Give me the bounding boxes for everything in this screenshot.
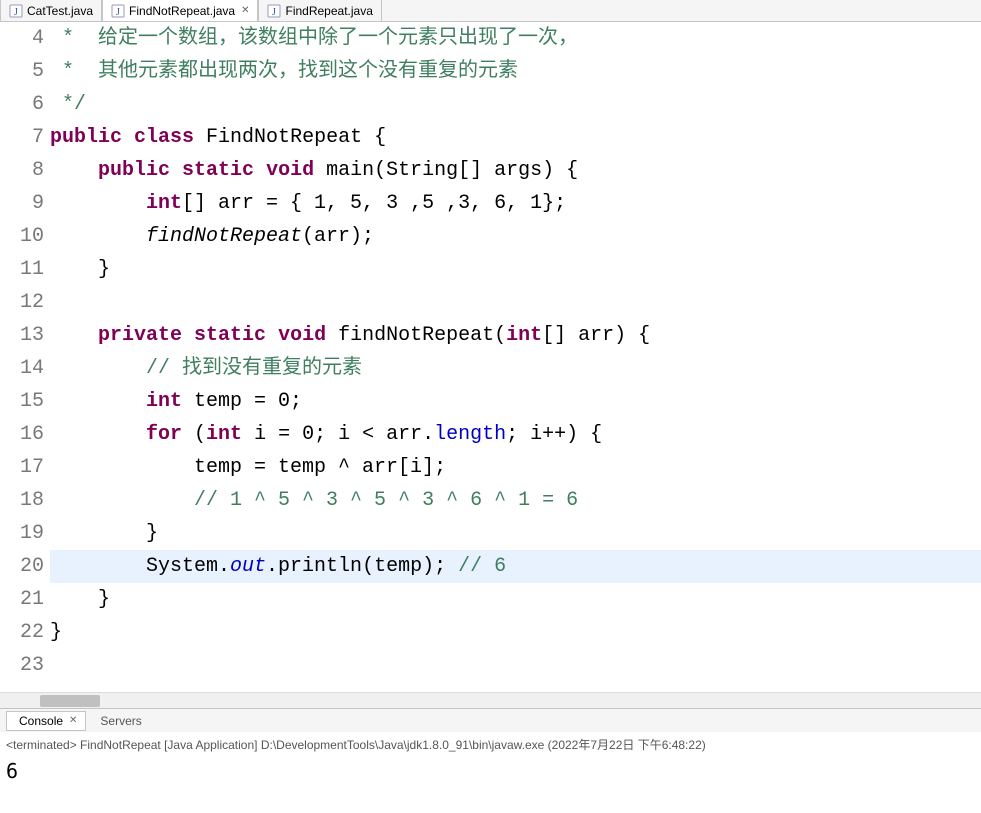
java-file-icon: J <box>267 4 281 18</box>
line-number: 10 <box>0 220 44 253</box>
java-file-icon: J <box>9 4 23 18</box>
terminated-line: <terminated> FindNotRepeat [Java Applica… <box>6 736 975 753</box>
line-number: 5 <box>0 55 44 88</box>
code-editor: 4567891011121314151617181920212223 * 给定一… <box>0 22 981 692</box>
line-number: 12 <box>0 286 44 319</box>
code-line-5[interactable]: * 其他元素都出现两次，找到这个没有重复的元素 <box>50 55 981 88</box>
code-line-15[interactable]: int temp = 0; <box>50 385 981 418</box>
line-number: 21 <box>0 583 44 616</box>
horizontal-scrollbar[interactable] <box>0 692 981 708</box>
java-file-icon: J <box>111 4 125 18</box>
line-number: 11 <box>0 253 44 286</box>
code-line-21[interactable]: } <box>50 583 981 616</box>
code-line-11[interactable]: } <box>50 253 981 286</box>
line-number: 17 <box>0 451 44 484</box>
line-number: 7 <box>0 121 44 154</box>
svg-text:J: J <box>273 7 277 18</box>
console-tab-label: Console <box>19 714 63 728</box>
line-number: 18 <box>0 484 44 517</box>
code-line-19[interactable]: } <box>50 517 981 550</box>
console-panel: <terminated> FindNotRepeat [Java Applica… <box>0 732 981 757</box>
code-line-4[interactable]: * 给定一个数组，该数组中除了一个元素只出现了一次， <box>50 22 981 55</box>
scrollbar-thumb[interactable] <box>40 695 100 707</box>
close-icon[interactable]: ✕ <box>241 5 249 16</box>
line-number: 4 <box>0 22 44 55</box>
code-line-17[interactable]: temp = temp ^ arr[i]; <box>50 451 981 484</box>
line-number: 6 <box>0 88 44 121</box>
tab-console[interactable]: Console ✕ <box>6 711 86 731</box>
line-number: 19 <box>0 517 44 550</box>
code-line-22[interactable]: } <box>50 616 981 649</box>
console-output: 6 <box>0 757 981 785</box>
line-number: 20 <box>0 550 44 583</box>
line-number: 8 <box>0 154 44 187</box>
bottom-tab-bar: Console ✕ Servers <box>0 708 981 732</box>
editor-tab-bar: J CatTest.java J FindNotRepeat.java ✕ J FindRe… <box>0 0 981 22</box>
code-area[interactable]: * 给定一个数组，该数组中除了一个元素只出现了一次， * 其他元素都出现两次，找… <box>50 22 981 692</box>
svg-text:J: J <box>14 7 18 18</box>
close-icon[interactable]: ✕ <box>69 715 77 726</box>
editor-tab-0[interactable]: J CatTest.java <box>0 0 102 21</box>
line-number: 22 <box>0 616 44 649</box>
code-line-12[interactable] <box>50 286 981 319</box>
tab-label: FindRepeat.java <box>285 4 372 18</box>
code-line-9[interactable]: int[] arr = { 1, 5, 3 ,5 ,3, 6, 1}; <box>50 187 981 220</box>
code-line-13[interactable]: private static void findNotRepeat(int[] … <box>50 319 981 352</box>
line-number: 9 <box>0 187 44 220</box>
code-line-14[interactable]: // 找到没有重复的元素 <box>50 352 981 385</box>
tab-label: FindNotRepeat.java <box>129 4 235 18</box>
line-gutter: 4567891011121314151617181920212223 <box>0 22 50 692</box>
code-line-16[interactable]: for (int i = 0; i < arr.length; i++) { <box>50 418 981 451</box>
line-number: 16 <box>0 418 44 451</box>
servers-tab-label: Servers <box>100 714 141 728</box>
tab-label: CatTest.java <box>27 4 93 18</box>
code-line-23[interactable] <box>50 649 981 682</box>
svg-text:J: J <box>116 7 120 18</box>
code-line-6[interactable]: */ <box>50 88 981 121</box>
line-number: 14 <box>0 352 44 385</box>
code-line-7[interactable]: public class FindNotRepeat { <box>50 121 981 154</box>
code-line-10[interactable]: findNotRepeat(arr); <box>50 220 981 253</box>
editor-tab-1[interactable]: J FindNotRepeat.java ✕ <box>102 0 258 21</box>
code-line-8[interactable]: public static void main(String[] args) { <box>50 154 981 187</box>
code-line-20[interactable]: System.out.println(temp); // 6 <box>50 550 981 583</box>
line-number: 23 <box>0 649 44 682</box>
code-line-18[interactable]: // 1 ^ 5 ^ 3 ^ 5 ^ 3 ^ 6 ^ 1 = 6 <box>50 484 981 517</box>
line-number: 15 <box>0 385 44 418</box>
line-number: 13 <box>0 319 44 352</box>
tab-servers[interactable]: Servers <box>88 712 149 730</box>
editor-tab-2[interactable]: J FindRepeat.java <box>258 0 381 21</box>
